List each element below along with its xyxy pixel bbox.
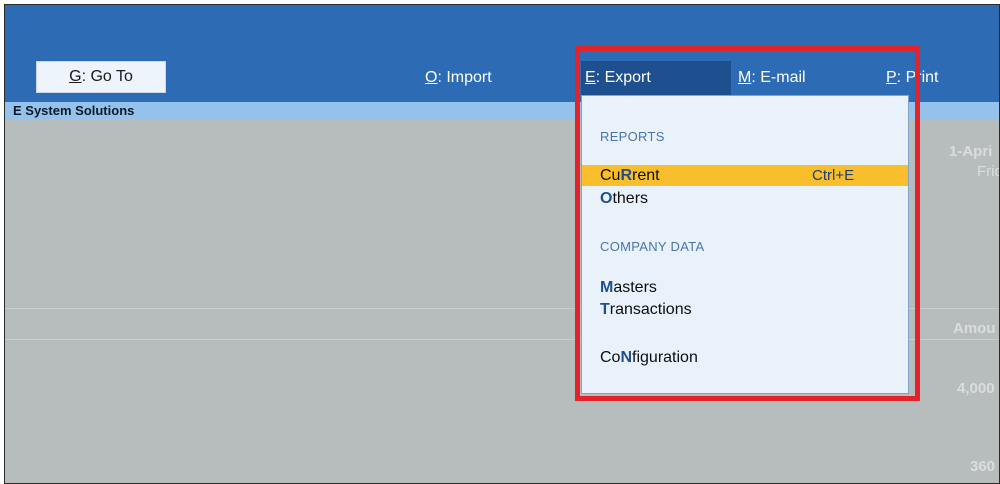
amount-value: 4,000 [957, 380, 995, 397]
export-dropdown-menu: REPORTS Cu Rrent Ctrl+E Others COMPANY DA… [581, 95, 909, 394]
menu-item-others[interactable]: Others [582, 188, 908, 209]
reports-section-header: REPORTS [600, 129, 665, 144]
email-hotkey: M [738, 69, 752, 86]
company-name: E System Solutions [13, 103, 135, 118]
email-button[interactable]: M: E-mail [738, 61, 806, 95]
import-button[interactable]: O: Import [425, 61, 492, 95]
import-label: Import [446, 69, 492, 86]
app-window: G: Go To O: Import E: Export M: E-mail P… [4, 4, 1000, 484]
amount-column-header: Amou [953, 320, 996, 337]
goto-label: Go To [90, 68, 133, 85]
menu-item-current[interactable]: Cu Rrent Ctrl+E [582, 165, 908, 186]
menu-item-configuration[interactable]: Co Nfiguration [582, 347, 908, 368]
export-hotkey: E [585, 69, 596, 86]
export-button[interactable]: E: Export [581, 61, 731, 95]
import-hotkey: O [425, 69, 438, 86]
goto-colon: : [81, 68, 87, 85]
menu-item-transactions[interactable]: Transactions [582, 299, 908, 320]
export-label: Export [604, 69, 651, 86]
print-button[interactable]: P: Print [886, 61, 938, 95]
amount-value-2: 360 [970, 458, 996, 475]
period-date: 1-Apri [949, 143, 993, 160]
menu-item-masters[interactable]: Masters [582, 277, 908, 298]
company-data-section-header: COMPANY DATA [600, 239, 705, 254]
current-shortcut: Ctrl+E [812, 167, 855, 184]
goto-hotkey: G [69, 68, 82, 85]
email-label: E-mail [760, 69, 806, 86]
print-hotkey: P [886, 69, 897, 86]
goto-button[interactable]: G: Go To [36, 61, 166, 93]
print-label: Print [905, 69, 939, 86]
period-day: Frid [977, 163, 999, 180]
